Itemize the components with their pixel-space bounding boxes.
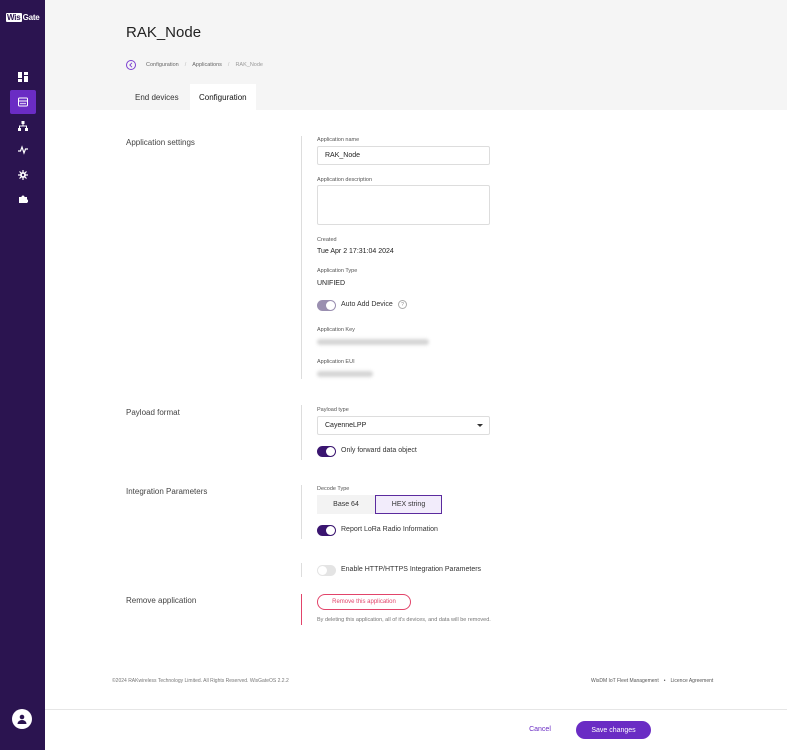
- enable-http-integration-label: Enable HTTP/HTTPS Integration Parameters: [341, 566, 482, 573]
- report-lora-radio-label: Report LoRa Radio Information: [341, 526, 438, 533]
- decode-hex-option[interactable]: HEX string: [375, 495, 442, 514]
- action-bar-divider: [45, 709, 787, 710]
- sidebar-item-gateway[interactable]: [10, 90, 36, 114]
- application-description-input[interactable]: [317, 185, 490, 225]
- cancel-button[interactable]: Cancel: [522, 721, 558, 737]
- created-label: Created: [317, 237, 337, 243]
- footer-copyright: ©2024 RAKwireless Technology Limited. Al…: [112, 678, 289, 684]
- toggle-knob: [326, 447, 335, 456]
- only-forward-data-toggle[interactable]: [317, 446, 336, 457]
- breadcrumb-separator: /: [184, 62, 187, 68]
- save-changes-button[interactable]: Save changes: [576, 721, 651, 739]
- page-title: RAK_Node: [126, 24, 202, 41]
- dashboard-icon: [18, 72, 28, 82]
- integration-parameters-label: Integration Parameters: [126, 487, 208, 496]
- created-value: Tue Apr 2 17:31:04 2024: [317, 248, 394, 255]
- application-settings-label: Application settings: [126, 138, 195, 147]
- extensions-icon: [19, 195, 28, 203]
- toggle-knob: [318, 566, 327, 575]
- enable-http-integration-toggle[interactable]: [317, 565, 336, 576]
- remove-application-label: Remove application: [126, 596, 197, 605]
- application-key-value: [317, 339, 429, 345]
- decode-base64-option[interactable]: Base 64: [317, 495, 375, 514]
- payload-type-label: Payload type: [317, 407, 349, 413]
- application-eui-label: Application EUI: [317, 359, 355, 365]
- chevron-left-icon: [129, 62, 133, 68]
- breadcrumb: Configuration / Applications / RAK_Node: [126, 60, 263, 70]
- activity-icon: [18, 145, 28, 155]
- payload-type-select[interactable]: CayenneLPP: [317, 416, 490, 435]
- remove-application-note: By deleting this application, all of it'…: [317, 617, 491, 623]
- toggle-knob: [326, 526, 335, 535]
- footer-link-separator: •: [663, 678, 666, 684]
- chevron-down-icon: [477, 424, 483, 427]
- decode-type-label: Decode Type: [317, 486, 350, 492]
- sidebar-item-dashboard[interactable]: [10, 65, 36, 89]
- breadcrumb-separator: /: [227, 62, 230, 68]
- sidebar-item-network[interactable]: [10, 114, 36, 138]
- footer-link-fleet-management[interactable]: WisDM IoT Fleet Management: [591, 678, 659, 684]
- section-divider: [301, 563, 302, 577]
- section-divider: [301, 485, 302, 539]
- tab-configuration[interactable]: Configuration: [190, 84, 256, 110]
- section-divider: [301, 405, 302, 460]
- payload-type-value: CayenneLPP: [325, 422, 367, 429]
- payload-format-label: Payload format: [126, 408, 180, 417]
- danger-divider: [301, 594, 302, 625]
- network-icon: [18, 121, 28, 131]
- application-type-value: UNIFIED: [317, 280, 345, 287]
- report-lora-radio-toggle[interactable]: [317, 525, 336, 536]
- auto-add-device-label: Auto Add Device: [341, 301, 393, 308]
- sidebar-item-settings[interactable]: [10, 163, 36, 187]
- application-eui-value: [317, 371, 373, 377]
- toggle-knob: [326, 301, 335, 310]
- only-forward-data-label: Only forward data object: [341, 447, 417, 454]
- footer-links: WisDM IoT Fleet Management • Licence Agr…: [591, 678, 713, 684]
- user-avatar[interactable]: [12, 709, 32, 729]
- application-name-label: Application name: [317, 137, 360, 143]
- breadcrumb-current: RAK_Node: [235, 62, 263, 68]
- sidebar-item-extensions[interactable]: [10, 187, 36, 211]
- sidebar-item-activity[interactable]: [10, 138, 36, 162]
- tab-end-devices[interactable]: End devices: [126, 84, 188, 110]
- application-type-label: Application Type: [317, 268, 358, 274]
- settings-icon: [18, 170, 28, 180]
- application-name-input[interactable]: RAK_Node: [317, 146, 490, 165]
- back-button[interactable]: [126, 60, 136, 70]
- auto-add-device-toggle[interactable]: [317, 300, 336, 311]
- breadcrumb-applications[interactable]: Applications: [192, 62, 222, 68]
- user-icon: [17, 714, 27, 724]
- footer-link-licence[interactable]: Licence Agreement: [670, 678, 713, 684]
- application-description-label: Application description: [317, 177, 373, 183]
- help-icon[interactable]: ?: [398, 300, 407, 309]
- application-key-label: Application Key: [317, 327, 355, 333]
- gateway-icon: [18, 97, 28, 107]
- remove-application-button[interactable]: Remove this application: [317, 594, 411, 610]
- sidebar: Wis Gate: [0, 0, 45, 750]
- breadcrumb-configuration[interactable]: Configuration: [146, 62, 179, 68]
- wisgate-logo[interactable]: Wis Gate: [6, 13, 40, 22]
- section-divider: [301, 136, 302, 379]
